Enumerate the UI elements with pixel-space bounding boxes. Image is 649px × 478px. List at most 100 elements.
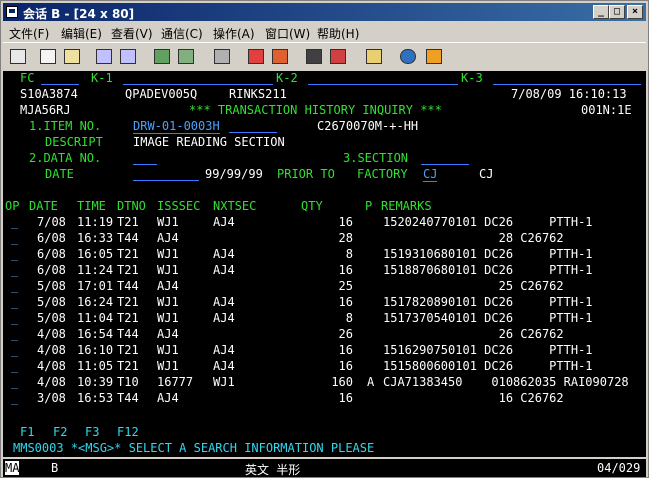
- cell-isssec: WJ1: [157, 215, 179, 229]
- app-icon: [6, 6, 18, 18]
- cell-dtno: T44: [117, 327, 139, 341]
- record-macro-icon[interactable]: [245, 47, 267, 67]
- minimize-button[interactable]: _: [593, 5, 609, 19]
- row-option-input[interactable]: _: [11, 343, 18, 357]
- row-option-input[interactable]: _: [11, 231, 18, 245]
- paste-icon[interactable]: [61, 47, 83, 67]
- cell-nxtsec: WJ1: [213, 375, 235, 389]
- cell-nxtsec: AJ4: [213, 263, 235, 277]
- job-name: QPADEV005Q: [125, 87, 198, 101]
- copy-icon[interactable]: [37, 47, 59, 67]
- cell-date: 4/08: [37, 327, 66, 341]
- cell-remarks: 25 C26762: [383, 279, 564, 293]
- cell-nxtsec: AJ4: [213, 359, 235, 373]
- section-label: 3.SECTION: [343, 151, 409, 165]
- row-option-input[interactable]: _: [11, 375, 18, 389]
- cell-qty: 25: [338, 279, 353, 293]
- toolbar: [3, 42, 646, 72]
- pause-macro-icon[interactable]: [327, 47, 349, 67]
- window-title: 会话 B - [24 x 80]: [23, 7, 135, 21]
- cell-time: 11:04: [77, 311, 114, 325]
- status-session: B: [51, 461, 59, 475]
- receive-file-icon[interactable]: [117, 47, 139, 67]
- cell-time: 16:24: [77, 295, 114, 309]
- row-option-input[interactable]: _: [11, 279, 18, 293]
- item-no-input[interactable]: DRW-01-0003H: [133, 119, 220, 134]
- cell-dtno: T21: [117, 215, 139, 229]
- cell-qty: 8: [345, 247, 353, 261]
- cell-date: 4/08: [37, 359, 66, 373]
- row-option-input[interactable]: _: [11, 359, 18, 373]
- page-title: *** TRANSACTION HISTORY INQUIRY ***: [189, 103, 442, 117]
- col-time: TIME: [77, 199, 106, 213]
- k3-field[interactable]: [493, 84, 641, 85]
- cell-qty: 16: [338, 263, 353, 277]
- menu-file[interactable]: 文件(F): [9, 25, 49, 42]
- cell-isssec: WJ1: [157, 263, 179, 277]
- menu-communication[interactable]: 通信(C): [161, 25, 203, 42]
- stop-macro-icon[interactable]: [269, 47, 291, 67]
- k2-field[interactable]: [308, 84, 458, 85]
- title-bar[interactable]: 会话 B - [24 x 80] _ □ ×: [3, 3, 646, 21]
- cell-remarks: 1518870680101 DC26 PTTH-1: [383, 263, 593, 277]
- fc-field[interactable]: [41, 84, 79, 85]
- row-option-input[interactable]: _: [11, 295, 18, 309]
- menu-window[interactable]: 窗口(W): [265, 25, 310, 42]
- row-option-input[interactable]: _: [11, 311, 18, 325]
- cell-date: 6/08: [37, 247, 66, 261]
- row-option-input[interactable]: _: [11, 247, 18, 261]
- cell-time: 16:53: [77, 391, 114, 405]
- status-ime: 英文 半形: [245, 463, 301, 477]
- maximize-button[interactable]: □: [609, 5, 625, 19]
- f3-key[interactable]: F3: [85, 425, 99, 439]
- cell-remarks: CJA71383450 010862035 RAI090728: [383, 375, 629, 389]
- cell-remarks: 1515800600101 DC26 PTTH-1: [383, 359, 593, 373]
- section-input[interactable]: [421, 164, 469, 165]
- send-file-icon[interactable]: [93, 47, 115, 67]
- keyboard-map-icon[interactable]: [175, 47, 197, 67]
- item-no-label: 1.ITEM NO.: [29, 119, 102, 133]
- menu-view[interactable]: 查看(V): [111, 25, 153, 42]
- descript-label: DESCRIPT: [45, 135, 103, 149]
- menu-edit[interactable]: 编辑(E): [61, 25, 102, 42]
- macro-icon[interactable]: [211, 47, 233, 67]
- help-icon[interactable]: [423, 47, 445, 67]
- cell-time: 16:33: [77, 231, 114, 245]
- status-mode: MA: [5, 461, 20, 475]
- date-input[interactable]: [133, 180, 199, 181]
- globe-icon[interactable]: [397, 47, 419, 67]
- clipboard-icon[interactable]: [363, 47, 385, 67]
- cell-isssec: WJ1: [157, 247, 179, 261]
- row-option-input[interactable]: _: [11, 327, 18, 341]
- print-icon[interactable]: [7, 47, 29, 67]
- row-option-input[interactable]: _: [11, 263, 18, 277]
- cell-dtno: T10: [117, 375, 139, 389]
- row-option-input[interactable]: _: [11, 215, 18, 229]
- k1-label: K-1: [91, 71, 113, 85]
- cell-nxtsec: AJ4: [213, 215, 235, 229]
- menu-action[interactable]: 操作(A): [213, 25, 255, 42]
- cell-time: 16:54: [77, 327, 114, 341]
- play-macro-icon[interactable]: [303, 47, 325, 67]
- terminal-screen[interactable]: FC K-1 K-2 K-3 S10A3874 QPADEV005Q RINKS…: [3, 71, 646, 457]
- col-dtno: DTNO: [117, 199, 146, 213]
- display-setup-icon[interactable]: [151, 47, 173, 67]
- col-qty: QTY: [301, 199, 323, 213]
- f1-key[interactable]: F1: [20, 425, 34, 439]
- close-button[interactable]: ×: [627, 5, 643, 19]
- date-time: 7/08/09 16:10:13: [511, 87, 627, 101]
- cell-time: 11:24: [77, 263, 114, 277]
- col-p: P: [365, 199, 373, 213]
- k1-field[interactable]: [123, 84, 273, 85]
- f12-key[interactable]: F12: [117, 425, 139, 439]
- cell-date: 5/08: [37, 279, 66, 293]
- f2-key[interactable]: F2: [53, 425, 67, 439]
- data-no-input[interactable]: [133, 164, 157, 165]
- cell-date: 6/08: [37, 231, 66, 245]
- factory-input[interactable]: CJ: [423, 167, 438, 182]
- cell-date: 4/08: [37, 375, 66, 389]
- row-option-input[interactable]: _: [11, 391, 18, 405]
- cell-nxtsec: AJ4: [213, 343, 235, 357]
- menu-help[interactable]: 帮助(H): [317, 25, 359, 42]
- cell-remarks: 1519310680101 DC26 PTTH-1: [383, 247, 593, 261]
